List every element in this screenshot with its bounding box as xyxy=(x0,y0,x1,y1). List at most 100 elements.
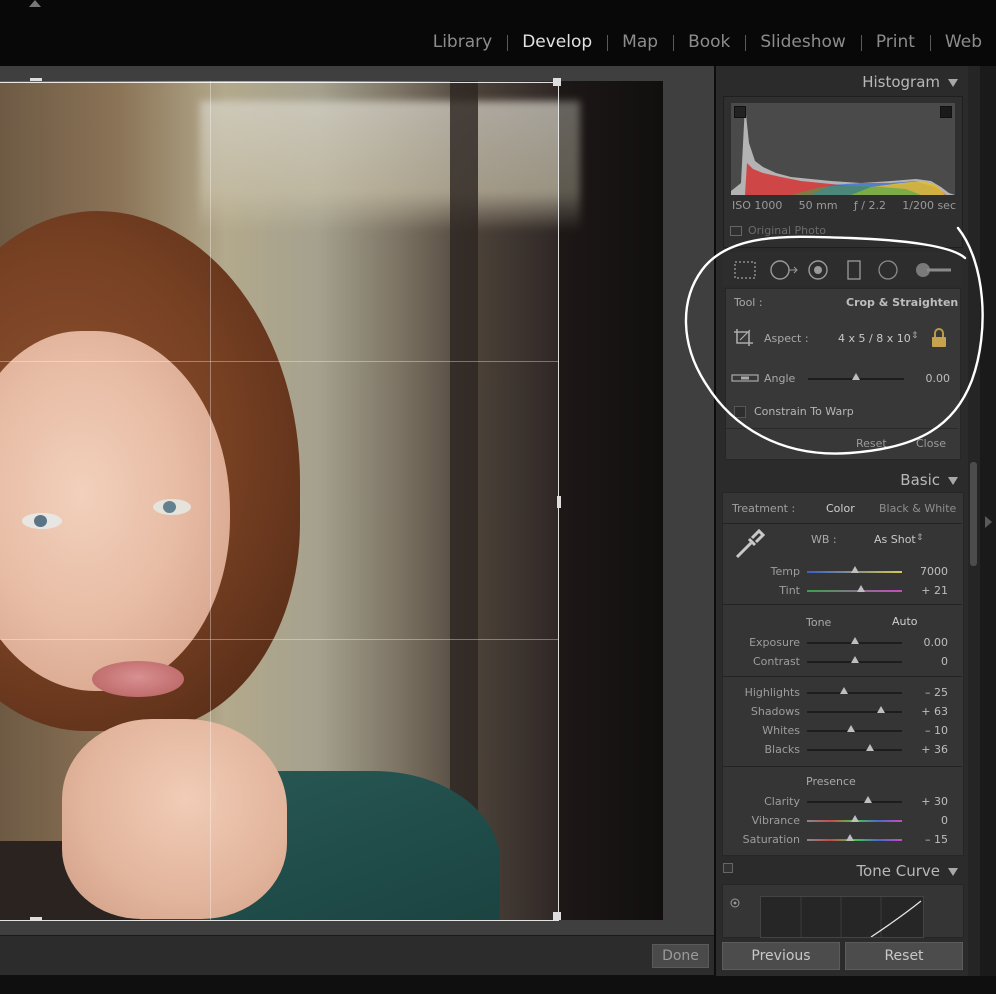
whites-slider-knob[interactable] xyxy=(846,725,855,732)
straighten-level-icon[interactable] xyxy=(731,372,759,384)
exposure-slider-knob[interactable] xyxy=(850,637,859,644)
crop-handle[interactable] xyxy=(557,496,561,508)
treatment-bw-button[interactable]: Black & White xyxy=(879,502,956,515)
blacks-slider[interactable] xyxy=(807,749,902,751)
crop-handle[interactable] xyxy=(30,78,42,81)
crop-reset-button[interactable]: Reset xyxy=(856,437,887,450)
tone-curve-graph[interactable] xyxy=(760,896,924,938)
saturation-slider-knob[interactable] xyxy=(845,834,854,841)
targeted-adjustment-icon[interactable] xyxy=(729,897,741,909)
adjustment-brush-tool-icon[interactable] xyxy=(913,260,953,280)
basic-header[interactable]: Basic xyxy=(722,468,962,494)
module-print[interactable]: Print xyxy=(860,32,930,52)
shadows-slider[interactable] xyxy=(807,711,902,713)
whites-value[interactable]: – 10 xyxy=(910,724,948,737)
blacks-value[interactable]: + 36 xyxy=(910,743,948,756)
shadow-clipping-toggle[interactable] xyxy=(734,106,746,118)
red-eye-tool-icon[interactable] xyxy=(807,260,829,280)
collapse-right-panel-icon[interactable] xyxy=(985,516,992,528)
slider-label: Blacks xyxy=(764,743,801,756)
clarity-slider[interactable] xyxy=(807,801,902,803)
wb-select-arrows-icon[interactable]: ⇕ xyxy=(916,533,924,543)
radial-filter-tool-icon[interactable] xyxy=(877,260,899,280)
angle-value[interactable]: 0.00 xyxy=(910,372,951,385)
highlights-slider-knob[interactable] xyxy=(840,687,849,694)
tone-curve-header[interactable]: Tone Curve xyxy=(722,859,962,885)
focal-length: 50 mm xyxy=(798,199,838,212)
temp-slider-knob[interactable] xyxy=(850,566,859,573)
spot-removal-tool-icon[interactable] xyxy=(769,260,799,280)
collapse-triangle-icon[interactable] xyxy=(948,477,958,485)
shadows-slider-knob[interactable] xyxy=(877,706,886,713)
done-button[interactable]: Done xyxy=(652,944,709,968)
histogram-header[interactable]: Histogram xyxy=(722,70,962,96)
tint-slider[interactable] xyxy=(807,590,902,592)
angle-slider-knob[interactable] xyxy=(852,373,860,380)
tool-strip xyxy=(723,252,961,286)
constrain-to-warp-checkbox[interactable] xyxy=(734,406,746,418)
crop-overlay-tool-icon[interactable] xyxy=(733,260,757,280)
tone-curve-line xyxy=(800,897,922,938)
aspect-select[interactable]: 4 x 5 / 8 x 10 xyxy=(838,332,911,345)
exposure-value[interactable]: 0.00 xyxy=(910,636,949,649)
module-book[interactable]: Book xyxy=(673,32,745,52)
constrain-to-warp-label: Constrain To Warp xyxy=(754,405,854,418)
filmstrip-edge xyxy=(0,975,996,994)
tone-label: Tone xyxy=(806,616,832,629)
module-map[interactable]: Map xyxy=(607,32,673,52)
clarity-value[interactable]: + 30 xyxy=(910,795,948,808)
module-picker: Library Develop Map Book Slideshow Print… xyxy=(418,32,982,52)
collapse-triangle-icon[interactable] xyxy=(948,868,958,876)
highlights-slider[interactable] xyxy=(807,692,902,694)
treatment-color-button[interactable]: Color xyxy=(826,502,855,515)
crop-handle[interactable] xyxy=(553,78,561,86)
auto-tone-button[interactable]: Auto xyxy=(892,615,918,628)
saturation-value[interactable]: – 15 xyxy=(910,833,948,846)
temp-value[interactable]: 7000 xyxy=(910,565,948,578)
original-photo-toggle[interactable]: Original Photo xyxy=(730,224,826,237)
slider-label: Whites xyxy=(762,724,800,737)
module-web[interactable]: Web xyxy=(929,32,982,52)
slider-label: Contrast xyxy=(752,655,800,668)
crop-frame-tool-icon[interactable] xyxy=(733,327,755,347)
angle-label: Angle xyxy=(764,372,796,385)
histogram-title: Histogram xyxy=(862,73,940,91)
contrast-slider-knob[interactable] xyxy=(850,656,859,663)
eyedropper-icon[interactable] xyxy=(733,529,765,561)
tool-value: Crop & Straighten xyxy=(846,296,959,309)
tint-slider-knob[interactable] xyxy=(857,585,866,592)
crop-close-button[interactable]: Close xyxy=(916,437,946,450)
wb-select[interactable]: As Shot xyxy=(874,533,916,546)
module-slideshow[interactable]: Slideshow xyxy=(745,32,860,52)
lock-icon[interactable] xyxy=(930,327,948,349)
module-bar: Library Develop Map Book Slideshow Print… xyxy=(0,0,996,66)
slider-label: Tint xyxy=(779,584,800,597)
blacks-slider-knob[interactable] xyxy=(865,744,874,751)
slider-label: Temp xyxy=(770,565,800,578)
crop-handle[interactable] xyxy=(553,912,561,920)
contrast-value[interactable]: 0 xyxy=(910,655,948,668)
vibrance-slider-knob[interactable] xyxy=(850,815,859,822)
graduated-filter-tool-icon[interactable] xyxy=(843,260,865,280)
previous-button[interactable]: Previous xyxy=(722,942,840,970)
module-develop[interactable]: Develop xyxy=(507,32,607,52)
crop-handle[interactable] xyxy=(30,917,42,920)
collapse-triangle-icon[interactable] xyxy=(948,79,958,87)
checkbox[interactable] xyxy=(730,225,742,236)
module-library[interactable]: Library xyxy=(418,32,507,52)
aspect-select-arrows-icon[interactable]: ⇕ xyxy=(911,331,919,341)
reset-button[interactable]: Reset xyxy=(845,942,963,970)
shadows-value[interactable]: + 63 xyxy=(910,705,948,718)
saturation-slider[interactable] xyxy=(807,839,902,841)
crop-frame[interactable] xyxy=(0,82,559,921)
panel-scrollbar-thumb[interactable] xyxy=(970,462,977,566)
histogram-curve xyxy=(731,105,955,195)
highlight-clipping-toggle[interactable] xyxy=(940,106,952,118)
clarity-slider-knob[interactable] xyxy=(863,796,872,803)
aspect-label: Aspect : xyxy=(764,332,809,345)
tint-value[interactable]: + 21 xyxy=(910,584,948,597)
image-canvas[interactable] xyxy=(0,66,714,935)
vibrance-value[interactable]: 0 xyxy=(910,814,948,827)
highlights-value[interactable]: – 25 xyxy=(910,686,948,699)
collapse-top-panel-icon[interactable] xyxy=(29,0,41,7)
